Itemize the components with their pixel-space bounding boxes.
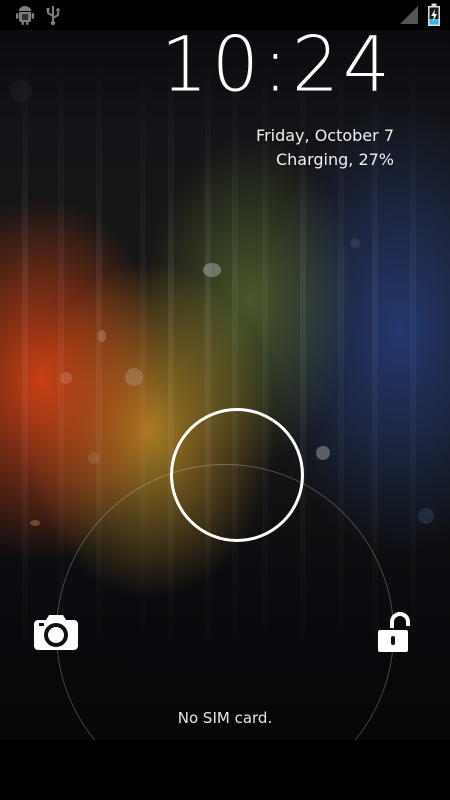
android-debug-icon [14,4,36,30]
unlock-shortcut[interactable] [374,610,414,656]
date-label: Friday, October 7 [256,126,394,145]
navigation-bar [0,740,450,800]
charging-status: Charging, 27% [275,150,394,169]
carrier-text: No SIM card. [177,709,273,727]
unlock-handle[interactable] [170,408,304,542]
battery-charging-icon [427,3,441,31]
signal-icon [399,4,419,30]
camera-shortcut[interactable] [32,612,80,652]
usb-icon [44,4,62,30]
lockscreen: 10:24 Friday, October 7 Charging, 27% No… [0,0,450,800]
clock-time: 10:24 [160,21,394,109]
camera-icon [32,615,80,656]
unlock-icon [374,612,414,660]
